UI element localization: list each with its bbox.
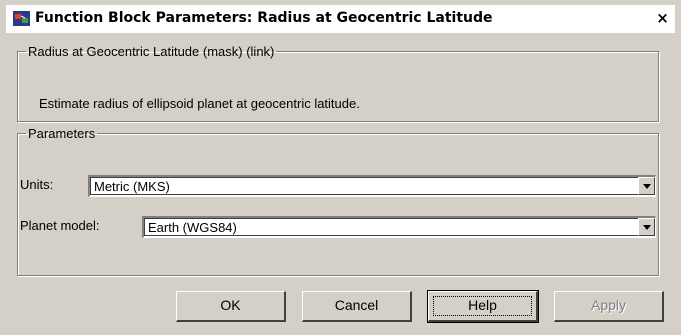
chevron-down-icon — [643, 184, 651, 189]
parameters-legend: Parameters — [28, 126, 96, 141]
apply-button[interactable]: Apply — [554, 291, 664, 322]
simulink-block-icon — [13, 11, 30, 26]
units-dropdown-button[interactable] — [638, 177, 655, 195]
apply-button-label: Apply — [590, 297, 627, 313]
block-description-text: Estimate radius of ellipsoid planet at g… — [39, 96, 360, 111]
planet-model-dropdown[interactable]: Earth (WGS84) — [142, 216, 656, 238]
close-icon[interactable]: × — [654, 10, 671, 27]
dialog-window: Function Block Parameters: Radius at Geo… — [0, 0, 681, 335]
planet-model-dropdown-button[interactable] — [638, 218, 655, 236]
block-description-legend: Radius at Geocentric Latitude (mask) (li… — [28, 44, 275, 59]
planet-model-selected-value: Earth (WGS84) — [148, 220, 237, 235]
block-description-group: Radius at Geocentric Latitude (mask) (li… — [17, 44, 659, 122]
cancel-button-label: Cancel — [334, 297, 379, 313]
parameters-group: Parameters Units: Metric (MKS) Planet mo… — [17, 126, 659, 276]
chevron-down-icon — [643, 225, 651, 230]
ok-button[interactable]: OK — [176, 291, 286, 322]
help-button[interactable]: Help — [427, 290, 539, 323]
help-button-label: Help — [468, 297, 497, 313]
planet-model-label: Planet model: — [20, 218, 100, 233]
window-title: Function Block Parameters: Radius at Geo… — [35, 10, 493, 26]
units-label: Units: — [20, 177, 54, 192]
cancel-button[interactable]: Cancel — [302, 291, 412, 322]
ok-button-label: OK — [220, 297, 241, 313]
title-bar[interactable]: Function Block Parameters: Radius at Geo… — [6, 5, 675, 33]
units-selected-value: Metric (MKS) — [94, 179, 170, 194]
units-dropdown[interactable]: Metric (MKS) — [88, 175, 656, 197]
